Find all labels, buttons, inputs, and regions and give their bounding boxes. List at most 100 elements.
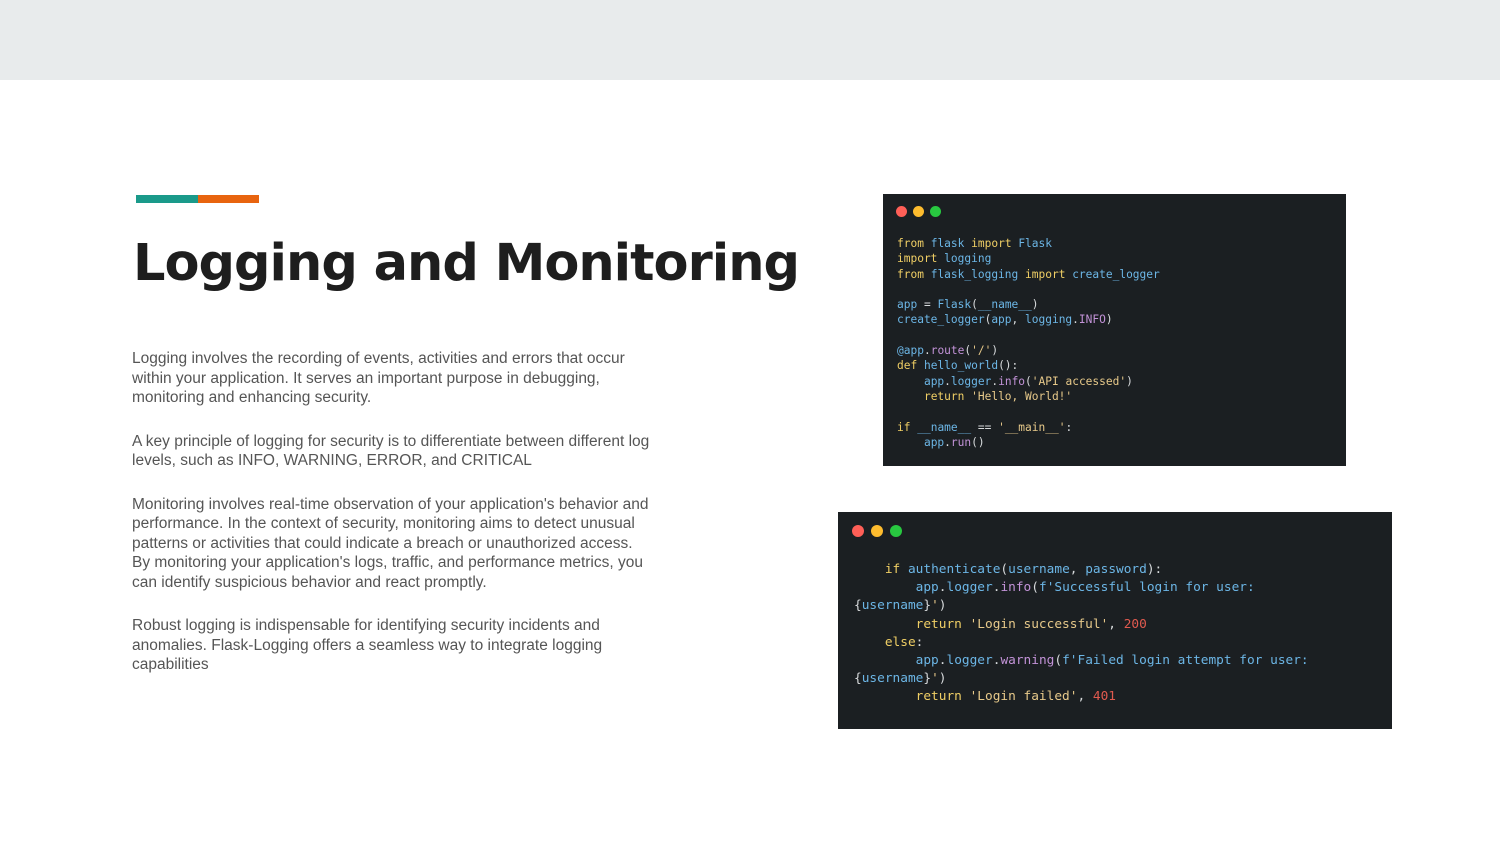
code-token: if (897, 420, 911, 434)
code-token: : (1065, 420, 1073, 434)
code-token: ( (971, 298, 978, 312)
code-token: run (950, 435, 972, 449)
paragraph-logging-intro: Logging involves the recording of events… (132, 350, 625, 406)
code-token: logger (946, 580, 993, 596)
code-token: (): (998, 359, 1019, 373)
code-token: app (991, 313, 1012, 327)
code-token: app (915, 653, 939, 669)
code-block: from flask import Flask import logging f… (897, 236, 1160, 450)
code-token: hello_world (923, 359, 999, 373)
code-token: __name__ (917, 420, 972, 434)
code-token: logging (1025, 313, 1073, 327)
code-token: ): (1146, 562, 1163, 577)
code-token: f'Failed login attempt for user: (1062, 653, 1309, 669)
slide-title: Logging and Monitoring (133, 234, 800, 293)
close-dot-icon (896, 206, 907, 217)
code-token: 401 (1092, 689, 1117, 705)
code-token: } (923, 671, 932, 687)
code-token: , (1069, 562, 1086, 577)
code-token: logger (946, 653, 993, 669)
code-token: @app (897, 344, 924, 358)
accent-bar-orange (198, 195, 259, 203)
code-token: username (1008, 562, 1070, 577)
code-token: : (915, 634, 924, 650)
code-token: ) (1031, 298, 1039, 312)
code-token: username (861, 598, 924, 614)
minimize-dot-icon (871, 525, 883, 537)
body-text: Logging involves the recording of events… (132, 349, 652, 699)
code-token: , (1108, 616, 1124, 632)
code-token: } (923, 598, 932, 614)
code-token: Flask (937, 298, 972, 312)
code-token: () (971, 435, 985, 449)
code-token: import (897, 252, 938, 266)
code-token: create_logger (1072, 267, 1160, 281)
code-block: if authenticate(username, password): app… (854, 561, 1309, 707)
code-token: , (1077, 689, 1093, 705)
code-token: ) (1105, 313, 1113, 327)
code-token: create_logger (897, 313, 985, 327)
code-token: ) (938, 598, 947, 614)
code-token: ' (931, 671, 939, 687)
code-token: flask_logging (930, 267, 1019, 281)
accent-bar-teal (136, 195, 198, 203)
code-token: , (1011, 313, 1026, 327)
code-token: return (915, 616, 962, 632)
code-token: app (923, 435, 945, 449)
code-token: else (884, 634, 916, 650)
code-token: . (923, 344, 931, 358)
code-token: f'Successful login for user: (1038, 580, 1255, 596)
code-token: ( (1054, 653, 1063, 669)
code-token: def (897, 359, 918, 373)
top-banner (0, 0, 1500, 80)
code-token: . (944, 435, 951, 449)
code-token: '__main__' (998, 420, 1066, 434)
code-token: ) (1126, 374, 1133, 388)
code-token: return (923, 389, 965, 403)
code-token: app (923, 374, 945, 388)
code-token: ( (1031, 580, 1039, 596)
code-window-flask-app: from flask import Flask import logging f… (883, 194, 1346, 466)
code-token: route (930, 344, 965, 358)
code-token: 'API accessed' (1031, 374, 1127, 388)
code-token: . (944, 374, 951, 388)
paragraph-flask-logging: Robust logging is indispensable for iden… (132, 617, 603, 673)
code-token: flask (930, 237, 965, 250)
code-token: info (1000, 580, 1032, 596)
code-token: password (1085, 562, 1147, 577)
maximize-dot-icon (930, 206, 941, 217)
code-token: '/' (971, 344, 992, 358)
code-token: ( (1000, 562, 1009, 577)
code-token: from (897, 237, 924, 250)
window-controls (896, 206, 941, 217)
code-token: return (915, 689, 962, 705)
code-token: logger (950, 374, 992, 388)
code-token: from (897, 267, 924, 281)
code-token: == (971, 420, 999, 434)
code-token: ) (938, 671, 947, 687)
paragraph-log-levels: A key principle of logging for security … (132, 432, 650, 470)
code-token: if (884, 562, 901, 577)
code-token: ( (1025, 374, 1032, 388)
code-token: 'Login failed' (969, 689, 1078, 705)
code-token: username (861, 671, 924, 687)
code-token: import (971, 237, 1012, 250)
code-token: app (915, 580, 939, 596)
code-token: { (854, 671, 862, 687)
code-token: ) (991, 344, 999, 358)
paragraph-monitoring: Monitoring involves real-time observatio… (132, 495, 649, 591)
